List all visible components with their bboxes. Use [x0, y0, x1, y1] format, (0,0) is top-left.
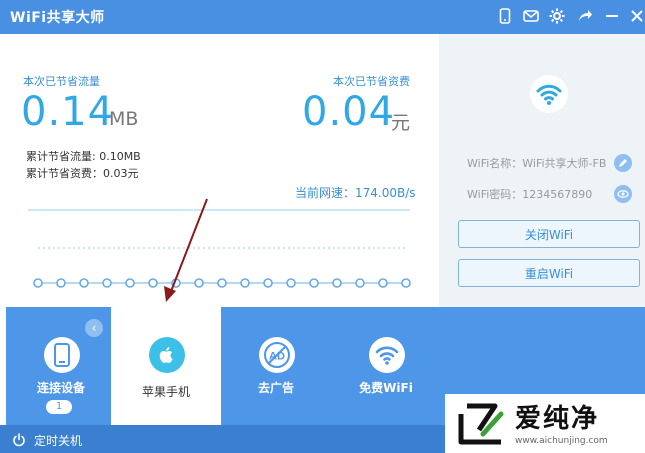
graph-marker	[332, 278, 342, 288]
title-bar: WiFi共享大师	[0, 0, 645, 34]
money-unit: 元	[391, 112, 411, 134]
tile-label: 免费WiFi	[359, 381, 413, 395]
total-traffic-saved: 累计节省流量: 0.10MB	[26, 150, 141, 163]
tile-label: 去广告	[257, 381, 294, 395]
power-icon[interactable]	[12, 432, 26, 451]
graph-marker	[171, 278, 181, 288]
watermark-logo-icon	[458, 403, 504, 445]
graph-marker	[79, 278, 89, 288]
graph-marker	[194, 278, 204, 288]
graph-marker	[401, 278, 411, 288]
graph-marker	[240, 278, 250, 288]
tile-remove-ads[interactable]: AD 去广告	[221, 307, 331, 425]
graph-marker	[309, 278, 319, 288]
graph-marker	[355, 278, 365, 288]
phone-device-icon	[44, 337, 80, 373]
watermark-url: www.aichunjing.com	[515, 436, 608, 446]
share-icon[interactable]	[574, 5, 596, 27]
phone-icon[interactable]	[494, 5, 516, 27]
graph-marker	[125, 278, 135, 288]
tile-label: 连接设备	[36, 381, 85, 395]
app-title: WiFi共享大师	[10, 10, 105, 26]
graph-marker	[56, 278, 66, 288]
show-password-icon[interactable]	[614, 185, 632, 203]
wifi-name: WiFi名称：WiFi共享大师-FB	[467, 157, 607, 170]
collapse-button[interactable]: ‹	[85, 319, 103, 337]
money-saved-value: 0.04	[302, 89, 396, 135]
watermark-text: 爱纯净	[515, 404, 600, 434]
tile-free-wifi[interactable]: 免费WiFi	[331, 307, 441, 425]
current-speed: 当前网速：174.00B/s	[295, 186, 416, 200]
graph-marker	[217, 278, 227, 288]
tile-label: 苹果手机	[141, 385, 190, 399]
device-count-badge: 1	[46, 400, 72, 414]
wifi-password: WiFi密码：1234567890	[467, 188, 593, 201]
graph-marker	[286, 278, 296, 288]
money-saved-label: 本次已节省资费	[333, 75, 410, 88]
tile-iphone[interactable]: 苹果手机	[111, 307, 221, 425]
mail-icon[interactable]	[520, 5, 542, 27]
close-icon[interactable]	[626, 5, 645, 27]
minimize-icon[interactable]	[601, 5, 623, 27]
scheduled-shutdown-link[interactable]: 定时关机	[34, 432, 82, 449]
wifi-info-panel: WiFi名称：WiFi共享大师-FB WiFi密码：1234567890 关闭W…	[439, 34, 645, 307]
traffic-unit: MB	[109, 108, 139, 130]
wifi-icon	[529, 74, 569, 118]
watermark: 爱纯净 www.aichunjing.com	[445, 394, 645, 453]
speed-graph	[28, 209, 411, 288]
graph-marker	[378, 278, 388, 288]
traffic-saved-value: 0.14	[21, 89, 115, 135]
close-wifi-button[interactable]: 关闭WiFi	[458, 220, 640, 248]
restart-wifi-button[interactable]: 重启WiFi	[458, 259, 640, 287]
savings-panel: 本次已节省流量 0.14 MB 本次已节省资费 0.04 元 累计节省流量: 0…	[6, 34, 439, 307]
free-wifi-icon	[369, 337, 405, 373]
graph-marker	[263, 278, 273, 288]
edit-name-icon[interactable]	[614, 154, 632, 172]
graph-marker	[102, 278, 112, 288]
gear-icon[interactable]	[546, 5, 568, 27]
ad-block-icon: AD	[259, 337, 295, 373]
graph-marker	[33, 278, 43, 288]
graph-marker	[148, 278, 158, 288]
total-money-saved: 累计节省资费：0.03元	[26, 167, 139, 180]
traffic-saved-label: 本次已节省流量	[23, 75, 100, 88]
apple-icon	[149, 337, 185, 373]
